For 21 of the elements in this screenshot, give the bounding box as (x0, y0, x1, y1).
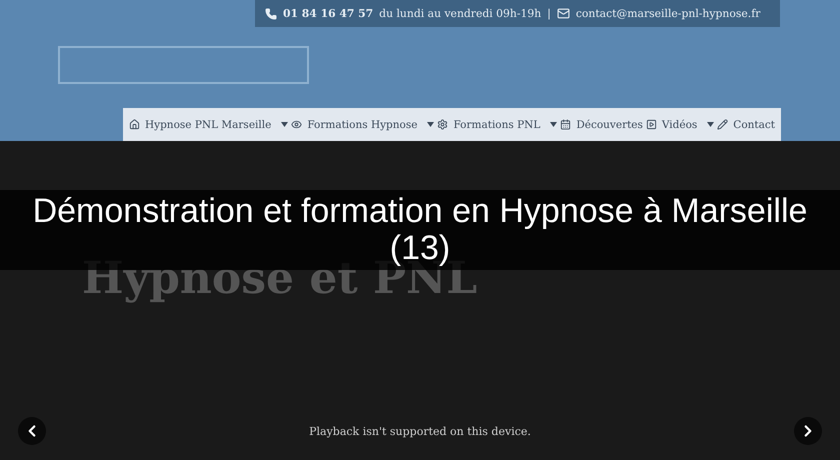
email-link[interactable]: contact@marseille-pnl-hypnose.fr (576, 7, 760, 20)
gear-icon (437, 119, 448, 130)
playback-message: Playback isn't supported on this device. (309, 424, 531, 438)
phone-number: 01 84 16 47 57 (283, 7, 374, 20)
nav-link[interactable]: Formations PNL (437, 118, 558, 130)
mail-icon (556, 7, 570, 20)
nav-link[interactable]: Vidéos (646, 118, 714, 130)
home-icon (129, 119, 140, 130)
nav-link[interactable]: Formations Hypnose (291, 118, 434, 130)
next-button[interactable] (794, 417, 822, 445)
nav-link[interactable]: Découvertes (560, 118, 643, 130)
play-icon (646, 119, 657, 130)
pencil-icon (717, 119, 728, 130)
opening-hours: du lundi au vendredi 09h-19h (379, 7, 542, 20)
eye-icon (291, 119, 302, 130)
separator: | (547, 7, 551, 20)
calendar-icon (560, 119, 572, 130)
previous-button[interactable] (18, 417, 46, 445)
phone-icon (265, 8, 277, 20)
nav-link[interactable]: Hypnose PNL Marseille (129, 118, 288, 130)
nav-link[interactable]: Contact (717, 118, 775, 130)
